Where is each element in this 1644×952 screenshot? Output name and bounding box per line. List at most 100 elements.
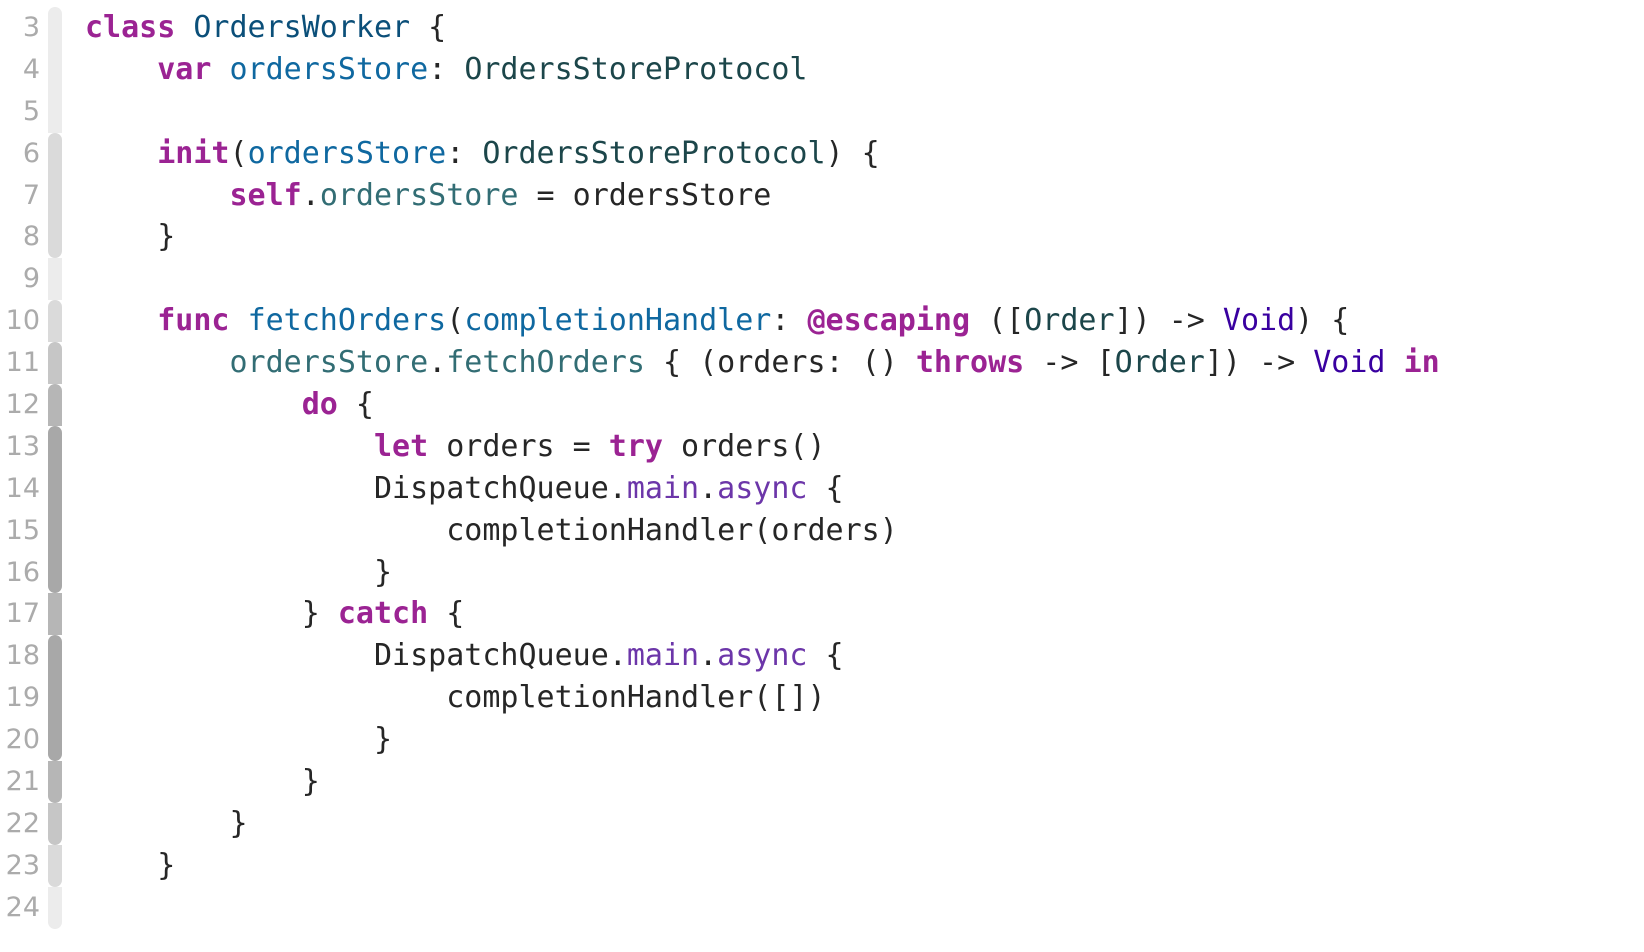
- line-number[interactable]: 5: [0, 91, 40, 133]
- code-folding-ribbon[interactable]: [48, 7, 62, 49]
- line-number[interactable]: 20: [0, 719, 40, 761]
- code-token: self: [229, 177, 302, 213]
- code-line[interactable]: 16 }: [0, 551, 1644, 594]
- code-line[interactable]: 5: [0, 90, 1644, 133]
- code-line[interactable]: 13 let orders = try orders(): [0, 425, 1644, 468]
- code-folding-ribbon[interactable]: [48, 677, 62, 720]
- code-line[interactable]: 9: [0, 258, 1644, 301]
- code-folding-ribbon[interactable]: [48, 300, 62, 343]
- line-number[interactable]: 4: [0, 49, 40, 91]
- code-line[interactable]: 24: [0, 886, 1644, 929]
- code-folding-ribbon[interactable]: [48, 342, 62, 385]
- code-folding-ribbon[interactable]: [48, 216, 62, 259]
- code-token: do: [301, 387, 338, 423]
- code-line[interactable]: 22 }: [0, 802, 1644, 845]
- code-line[interactable]: 14 DispatchQueue.main.async {: [0, 467, 1644, 510]
- code-folding-ribbon[interactable]: [48, 467, 62, 510]
- code-token: completionHandler(orders): [85, 512, 898, 548]
- line-number[interactable]: 6: [0, 133, 40, 175]
- line-number[interactable]: 19: [0, 677, 40, 719]
- code-line[interactable]: 3 class OrdersWorker {: [0, 7, 1644, 49]
- code-line[interactable]: 21 }: [0, 761, 1644, 803]
- code-folding-ribbon[interactable]: [48, 593, 62, 636]
- code-folding-ribbon[interactable]: [48, 509, 62, 552]
- code-token: async: [717, 470, 808, 506]
- code-folding-ribbon[interactable]: [48, 551, 62, 594]
- code-folding-ribbon[interactable]: [48, 384, 62, 426]
- line-number[interactable]: 15: [0, 510, 40, 552]
- line-number[interactable]: 3: [0, 7, 40, 49]
- code-text: ordersStore.fetchOrders { (orders: () th…: [85, 342, 1440, 384]
- code-token: Order: [1114, 345, 1205, 381]
- code-token: {: [807, 638, 844, 674]
- code-line[interactable]: 18 DispatchQueue.main.async {: [0, 635, 1644, 678]
- line-number[interactable]: 12: [0, 384, 40, 426]
- line-number[interactable]: 13: [0, 426, 40, 468]
- code-text: }: [85, 216, 175, 258]
- line-number[interactable]: 11: [0, 342, 40, 384]
- code-token: orders =: [428, 428, 609, 464]
- code-folding-ribbon[interactable]: [48, 174, 62, 217]
- code-editor[interactable]: 3 class OrdersWorker {4 var ordersStore: …: [0, 7, 1644, 929]
- code-line[interactable]: 7 self.ordersStore = ordersStore: [0, 174, 1644, 217]
- line-number[interactable]: 7: [0, 175, 40, 217]
- code-token: ]) ->: [1204, 345, 1314, 381]
- code-line[interactable]: 12 do {: [0, 384, 1644, 426]
- code-folding-ribbon[interactable]: [48, 132, 62, 175]
- line-number[interactable]: 16: [0, 552, 40, 594]
- code-line[interactable]: 20 }: [0, 719, 1644, 762]
- code-line[interactable]: 17 } catch {: [0, 593, 1644, 636]
- code-token: OrdersWorker: [193, 10, 411, 45]
- code-token: ordersStore: [229, 51, 429, 87]
- code-token: ) {: [1295, 303, 1350, 339]
- code-folding-ribbon[interactable]: [48, 886, 62, 929]
- code-token: let: [373, 428, 429, 464]
- line-number[interactable]: 18: [0, 635, 40, 677]
- code-line[interactable]: 23 }: [0, 844, 1644, 887]
- code-token: (: [229, 135, 248, 171]
- code-token: {: [337, 387, 374, 423]
- code-folding-ribbon[interactable]: [48, 90, 62, 133]
- code-line[interactable]: 10 func fetchOrders(completionHandler: @…: [0, 300, 1644, 343]
- code-token: }: [85, 722, 393, 758]
- code-text: class OrdersWorker {: [85, 7, 446, 49]
- code-folding-ribbon[interactable]: [48, 635, 62, 678]
- code-line[interactable]: 6 init(ordersStore: OrdersStoreProtocol)…: [0, 132, 1644, 175]
- code-line[interactable]: 8 }: [0, 216, 1644, 259]
- line-number[interactable]: 21: [0, 761, 40, 803]
- code-token: }: [85, 219, 176, 255]
- line-number[interactable]: 22: [0, 803, 40, 845]
- code-folding-ribbon[interactable]: [48, 802, 62, 845]
- code-folding-ribbon[interactable]: [48, 761, 62, 803]
- code-folding-ribbon[interactable]: [48, 719, 62, 762]
- line-number[interactable]: 8: [0, 216, 40, 258]
- line-number[interactable]: 10: [0, 300, 40, 342]
- code-folding-ribbon[interactable]: [48, 425, 62, 468]
- line-number[interactable]: 17: [0, 593, 40, 635]
- code-token: DispatchQueue.: [85, 470, 627, 506]
- line-number[interactable]: 24: [0, 887, 40, 929]
- code-line[interactable]: 15 completionHandler(orders): [0, 509, 1644, 552]
- code-token: ordersStore: [229, 345, 429, 381]
- line-number[interactable]: 9: [0, 258, 40, 300]
- line-number[interactable]: 23: [0, 845, 40, 887]
- code-folding-ribbon[interactable]: [48, 258, 62, 301]
- code-line[interactable]: 4 var ordersStore: OrdersStoreProtocol: [0, 48, 1644, 91]
- code-token: func: [157, 303, 230, 339]
- code-folding-ribbon[interactable]: [48, 844, 62, 887]
- code-token: .: [428, 345, 447, 381]
- code-line[interactable]: 19 completionHandler([]): [0, 677, 1644, 720]
- code-line[interactable]: 11 ordersStore.fetchOrders { (orders: ()…: [0, 342, 1644, 385]
- code-text: }: [85, 761, 320, 803]
- code-token: {: [410, 10, 447, 45]
- code-text: var ordersStore: OrdersStoreProtocol: [85, 49, 807, 91]
- code-token: Void: [1313, 345, 1386, 381]
- line-number[interactable]: 14: [0, 468, 40, 510]
- code-folding-ribbon[interactable]: [48, 48, 62, 91]
